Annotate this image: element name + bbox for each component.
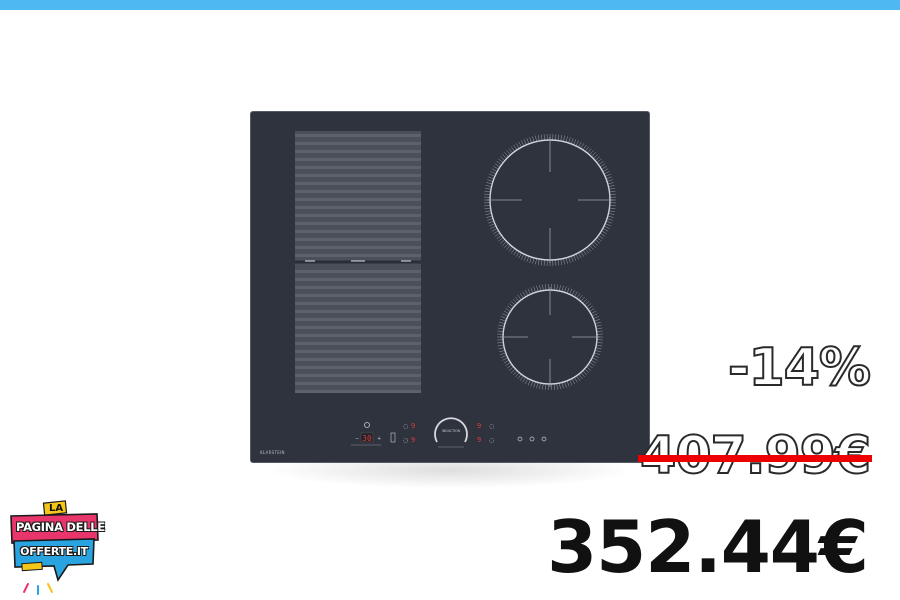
logo-text-pagina-delle: PAGINA DELLE bbox=[16, 520, 105, 534]
price-strikethrough bbox=[638, 455, 872, 462]
lock-icon bbox=[390, 432, 396, 443]
timer-digits: 30 bbox=[362, 434, 372, 443]
zone-level-display-1: 9 bbox=[411, 422, 415, 430]
function-key-icon bbox=[541, 436, 547, 442]
logo-text-offerte: OFFERTE.IT bbox=[20, 545, 88, 558]
control-panel: 30 − + ◦ ◌ 9 ◌ 9 INDUCTION 9 ◌ 9 ◌ bbox=[351, 417, 547, 448]
zone-select-icon: ◌ bbox=[489, 423, 494, 430]
zone-level-display-2: 9 bbox=[411, 436, 415, 444]
logo-text-la: LA bbox=[49, 503, 64, 514]
product-image-induction-hob: 30 − + ◦ ◌ 9 ◌ 9 INDUCTION 9 ◌ 9 ◌ KLARS… bbox=[250, 111, 650, 463]
minus-icon: − bbox=[355, 436, 359, 442]
function-key-icon bbox=[529, 436, 535, 442]
zone-select-icon: ◌ bbox=[489, 437, 494, 444]
zone-select-icon: ◌ bbox=[403, 437, 408, 444]
old-price-block: 407.99€ bbox=[638, 424, 872, 488]
cooking-zone-small bbox=[497, 284, 603, 390]
hob-drawing: 30 − + ◦ ◌ 9 ◌ 9 INDUCTION 9 ◌ 9 ◌ bbox=[295, 131, 616, 448]
function-key-icon bbox=[517, 436, 523, 442]
plus-icon: + bbox=[377, 436, 381, 442]
zone-level-display-3: 9 bbox=[477, 422, 481, 430]
discount-badge: -14% bbox=[727, 337, 872, 399]
cooking-zone-large bbox=[484, 134, 616, 266]
top-accent-bar bbox=[0, 0, 900, 10]
zone-level-display-4: 9 bbox=[477, 436, 481, 444]
new-price: 352.44€ bbox=[547, 505, 869, 589]
slider-label: INDUCTION bbox=[442, 429, 461, 433]
site-logo[interactable]: LA PAGINA DELLE OFFERTE.IT bbox=[8, 500, 105, 596]
brand-label: KLARSTEIN bbox=[260, 450, 285, 455]
zone-select-icon: ◌ bbox=[403, 423, 408, 430]
power-icon bbox=[364, 422, 370, 428]
